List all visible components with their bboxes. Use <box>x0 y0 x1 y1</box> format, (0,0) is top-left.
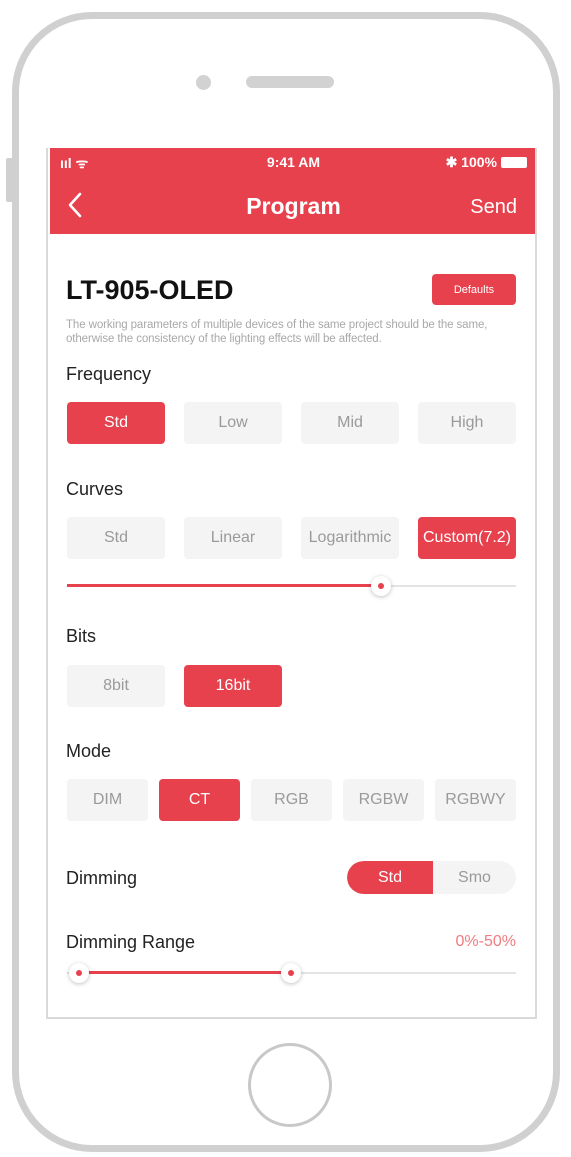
curves-std-button[interactable]: Std <box>67 517 165 559</box>
send-button[interactable]: Send <box>470 196 517 219</box>
home-button[interactable] <box>248 1043 332 1127</box>
dimming-range-value: 0%-50% <box>455 933 516 950</box>
curves-slider-fill <box>67 584 382 587</box>
dimming-std-option[interactable]: Std <box>347 861 433 894</box>
curves-linear-button[interactable]: Linear <box>184 517 282 559</box>
battery-indicator: ✱ 100% <box>446 154 527 171</box>
dimming-range-fill <box>79 971 291 974</box>
front-camera <box>196 75 211 90</box>
dimming-range-label: Dimming Range <box>66 932 196 952</box>
mode-dim-button[interactable]: DIM <box>67 779 148 821</box>
battery-icon <box>501 157 527 168</box>
mode-rgbw-button[interactable]: RGBW <box>343 779 424 821</box>
battery-label: ✱ 100% <box>445 154 497 170</box>
curves-label: Curves <box>66 479 124 499</box>
phone-side-button <box>6 158 14 202</box>
frequency-label: Frequency <box>66 364 152 384</box>
mode-ct-button[interactable]: CT <box>159 779 240 821</box>
mode-rgb-button[interactable]: RGB <box>251 779 332 821</box>
mode-label: Mode <box>66 741 112 761</box>
mode-rgbwy-button[interactable]: RGBWY <box>435 779 516 821</box>
frequency-std-button[interactable]: Std <box>67 402 165 444</box>
dimming-range-low-handle[interactable] <box>69 963 89 983</box>
curves-logarithmic-button[interactable]: Logarithmic <box>301 517 399 559</box>
earpiece-speaker <box>246 76 334 88</box>
frequency-low-button[interactable]: Low <box>184 402 282 444</box>
bits-8bit-button[interactable]: 8bit <box>67 665 165 707</box>
dimming-range-high-handle[interactable] <box>281 963 301 983</box>
device-name: LT-905-OLED <box>66 275 234 305</box>
header-bar: ııl ᯤ 9:41 AM ✱ 100% Program Send <box>50 148 535 234</box>
curves-custom-button[interactable]: Custom(7.2) <box>418 517 516 559</box>
dimming-label: Dimming <box>66 868 138 888</box>
frequency-mid-button[interactable]: Mid <box>301 402 399 444</box>
bits-16bit-button[interactable]: 16bit <box>184 665 282 707</box>
frequency-high-button[interactable]: High <box>418 402 516 444</box>
dimming-toggle[interactable]: Std Smo <box>347 861 516 894</box>
consistency-note: The working parameters of multiple devic… <box>66 319 488 345</box>
bits-label: Bits <box>66 626 97 646</box>
dimming-smo-option[interactable]: Smo <box>433 861 516 894</box>
defaults-button[interactable]: Defaults <box>432 274 516 305</box>
page-title: Program <box>246 193 341 219</box>
